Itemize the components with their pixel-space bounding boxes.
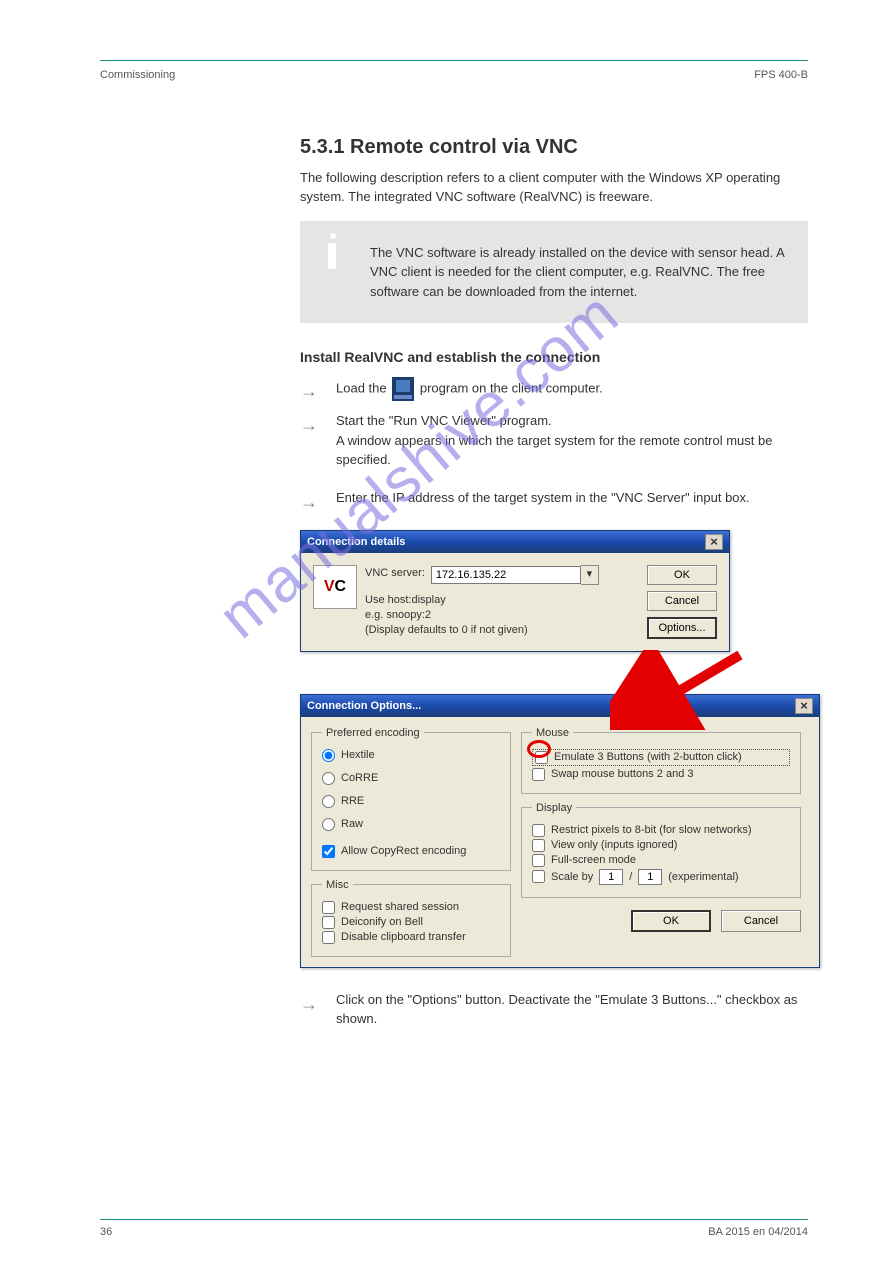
info-box: The VNC software is already installed on… [300, 221, 808, 324]
cancel-button[interactable]: Cancel [721, 910, 801, 932]
encoding-group: Preferred encoding Hextile CoRRE RRE Raw… [311, 727, 511, 871]
dialog-titlebar: Connection details × [301, 531, 729, 553]
screenshots: Connection details × VC VNC server: ▾ Us… [300, 530, 830, 968]
scale-denominator-input[interactable] [638, 869, 662, 885]
check-view-only[interactable]: View only (inputs ignored) [532, 839, 790, 852]
server-label: VNC server: [365, 567, 425, 579]
page-header: Commissioning FPS 400-B [100, 69, 808, 81]
info-text: The VNC software is already installed on… [370, 245, 784, 299]
connection-options-dialog: Connection Options... × Preferred encodi… [300, 694, 820, 968]
radio-rre[interactable]: RRE [322, 795, 500, 808]
step-1-text: Load the program on the client computer. [336, 377, 808, 401]
ok-button[interactable]: OK [631, 910, 711, 932]
header-right: FPS 400-B [754, 69, 808, 81]
hint-text: Use host:display e.g. snoopy:2 (Display … [365, 593, 639, 639]
step-2-text: Start the "Run VNC Viewer" program. A wi… [336, 411, 808, 470]
dialog-fields: VNC server: ▾ Use host:display e.g. snoo… [365, 565, 639, 639]
header-left: Commissioning [100, 69, 175, 81]
step-4: → Click on the "Options" button. Deactiv… [300, 990, 808, 1029]
chevron-down-icon[interactable]: ▾ [581, 565, 599, 585]
radio-corre[interactable]: CoRRE [322, 772, 500, 785]
dialog-button-row: OK Cancel [521, 910, 801, 932]
radio-hextile[interactable]: Hextile [322, 749, 500, 762]
doc-id: BA 2015 en 04/2014 [708, 1226, 808, 1238]
vnc-logo-icon: VC [313, 565, 357, 609]
close-icon[interactable]: × [705, 534, 723, 550]
dialog-title: Connection Options... [307, 700, 421, 712]
cancel-button[interactable]: Cancel [647, 591, 717, 611]
encoding-legend: Preferred encoding [322, 727, 424, 739]
top-rule [100, 60, 808, 61]
section-title: 5.3.1 Remote control via VNC [300, 136, 808, 159]
check-swap-mouse[interactable]: Swap mouse buttons 2 and 3 [532, 768, 790, 781]
display-legend: Display [532, 802, 576, 814]
connection-details-dialog: Connection details × VC VNC server: ▾ Us… [300, 530, 730, 652]
check-disable-clipboard[interactable]: Disable clipboard transfer [322, 931, 500, 944]
mouse-group: Mouse Emulate 3 Buttons (with 2-button c… [521, 727, 801, 794]
step-1: → Load the program on the client compute… [300, 377, 808, 405]
page-footer: 36 BA 2015 en 04/2014 [100, 1219, 808, 1238]
intro-paragraph: The following description refers to a cl… [300, 169, 808, 207]
check-scale[interactable] [532, 870, 545, 883]
dialog-body: VC VNC server: ▾ Use host:display e.g. s… [301, 553, 729, 651]
ok-button[interactable]: OK [647, 565, 717, 585]
step-3-text: Enter the IP address of the target syste… [336, 488, 808, 508]
check-restrict-8bit[interactable]: Restrict pixels to 8-bit (for slow netwo… [532, 824, 790, 837]
display-group: Display Restrict pixels to 8-bit (for sl… [521, 802, 801, 898]
dialog-body: Preferred encoding Hextile CoRRE RRE Raw… [301, 717, 819, 967]
info-icon [318, 233, 336, 269]
misc-group: Misc Request shared session Deiconify on… [311, 879, 511, 957]
check-deiconify[interactable]: Deiconify on Bell [322, 916, 500, 929]
check-copyrect[interactable]: Allow CopyRect encoding [322, 845, 500, 858]
options-button[interactable]: Options... [647, 617, 717, 639]
close-icon[interactable]: × [795, 698, 813, 714]
mouse-legend: Mouse [532, 727, 573, 739]
step-4-text: Click on the "Options" button. Deactivat… [336, 990, 808, 1029]
radio-raw[interactable]: Raw [322, 818, 500, 831]
arrow-icon: → [300, 377, 324, 405]
vnc-desktop-icon [392, 377, 414, 401]
page-number: 36 [100, 1226, 112, 1238]
misc-legend: Misc [322, 879, 353, 891]
dialog-title: Connection details [307, 536, 405, 548]
dialog-titlebar: Connection Options... × [301, 695, 819, 717]
step-2: → Start the "Run VNC Viewer" program. A … [300, 411, 808, 470]
check-fullscreen[interactable]: Full-screen mode [532, 854, 790, 867]
scale-row: Scale by / (experimental) [532, 869, 790, 885]
sub-title: Install RealVNC and establish the connec… [300, 349, 808, 365]
arrow-icon: → [300, 411, 324, 439]
server-combo[interactable]: ▾ [431, 565, 599, 585]
server-input[interactable] [431, 566, 581, 584]
arrow-icon: → [300, 990, 324, 1018]
arrow-icon: → [300, 488, 324, 516]
step-3: → Enter the IP address of the target sys… [300, 488, 808, 516]
scale-numerator-input[interactable] [599, 869, 623, 885]
check-emulate-3[interactable]: Emulate 3 Buttons (with 2-button click) [532, 749, 790, 766]
button-column: OK Cancel Options... [647, 565, 717, 639]
check-shared[interactable]: Request shared session [322, 901, 500, 914]
